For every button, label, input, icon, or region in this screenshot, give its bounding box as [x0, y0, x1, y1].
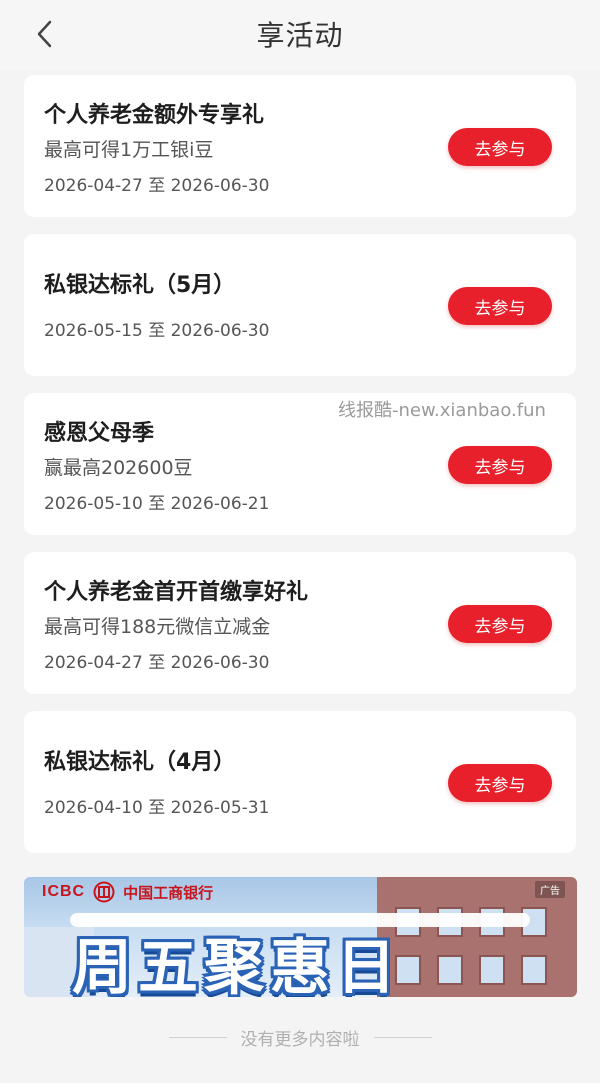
join-button[interactable]: 去参与 — [448, 605, 552, 643]
end-text: 没有更多内容啦 — [240, 1030, 360, 1050]
divider — [373, 1037, 432, 1038]
bank-name: 中国工商银行 — [123, 883, 214, 902]
activity-subtitle: 最高可得188元微信立减金 — [44, 616, 271, 638]
activity-subtitle: 赢最高202600豆 — [44, 457, 193, 479]
activity-card[interactable]: 私银达标礼（4月） 2026-04-10 至 2026-05-31 去参与 — [24, 711, 576, 853]
join-button[interactable]: 去参与 — [448, 764, 552, 802]
promo-banner[interactable]: ICBC 中国工商银行 广告 周五聚惠日 — [24, 877, 577, 997]
activity-title: 个人养老金额外专享礼 — [44, 103, 265, 128]
page-title: 享活动 — [256, 19, 344, 52]
activity-date: 2026-04-27 至 2026-06-30 — [44, 176, 270, 196]
activity-card[interactable]: 个人养老金首开首缴享好礼 最高可得188元微信立减金 2026-04-27 至 … — [24, 552, 576, 694]
activity-card[interactable]: 私银达标礼（5月） 2026-05-15 至 2026-06-30 去参与 — [24, 234, 576, 376]
watermark-text: 线报酷-new.xianbao.fun — [338, 400, 546, 421]
activity-date: 2026-04-10 至 2026-05-31 — [44, 798, 270, 818]
activity-list: 个人养老金额外专享礼 最高可得1万工银i豆 2026-04-27 至 2026-… — [24, 75, 576, 870]
activity-date: 2026-05-15 至 2026-06-30 — [44, 321, 270, 341]
ad-badge: 广告 — [535, 881, 565, 898]
brand-text: ICBC — [42, 883, 86, 900]
activity-title: 私银达标礼（4月） — [44, 750, 236, 775]
activity-subtitle: 最高可得1万工银i豆 — [44, 139, 214, 161]
banner-slogan: 周五聚惠日 — [72, 933, 402, 997]
icbc-logo-icon — [93, 881, 115, 903]
join-button[interactable]: 去参与 — [448, 446, 552, 484]
activity-card[interactable]: 个人养老金额外专享礼 最高可得1万工银i豆 2026-04-27 至 2026-… — [24, 75, 576, 217]
end-of-list: 没有更多内容啦 — [0, 1025, 600, 1050]
activity-date: 2026-05-10 至 2026-06-21 — [44, 494, 270, 514]
activity-title: 感恩父母季 — [44, 421, 155, 446]
activity-title: 个人养老金首开首缴享好礼 — [44, 580, 309, 605]
activity-title: 私银达标礼（5月） — [44, 273, 236, 298]
divider — [168, 1037, 227, 1038]
join-button[interactable]: 去参与 — [448, 287, 552, 325]
activity-date: 2026-04-27 至 2026-06-30 — [44, 653, 270, 673]
top-bar: 享活动 — [0, 0, 600, 70]
join-button[interactable]: 去参与 — [448, 128, 552, 166]
bank-logo: ICBC 中国工商银行 — [42, 881, 213, 903]
